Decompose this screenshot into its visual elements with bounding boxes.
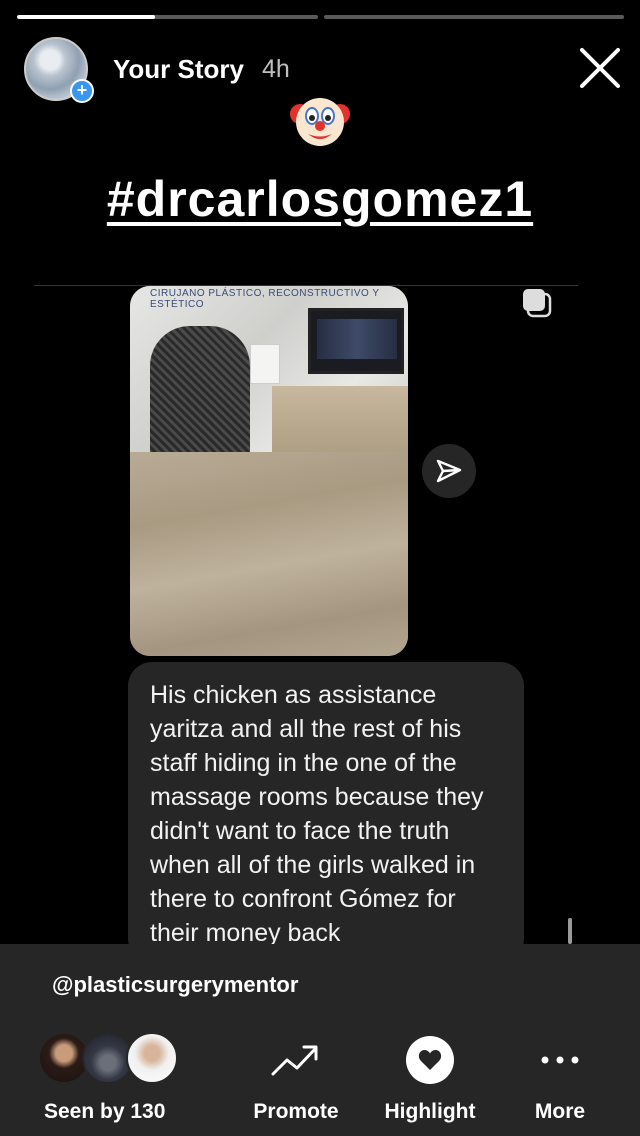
story-owner-name[interactable]: Your Story [113, 54, 244, 85]
highlight-label: Highlight [384, 1100, 476, 1123]
clinic-photo: CIRUJANO PLÁSTICO, RECONSTRUCTIVO Y ESTÉ… [130, 286, 408, 656]
story-progress [17, 15, 624, 19]
story-viewer[interactable]: + Your Story 4h #drcarlosgomez1 CIRUJANO… [0, 0, 640, 960]
send-icon[interactable] [422, 444, 476, 498]
more-dots-icon [534, 1034, 586, 1086]
screenshot-topbar [34, 264, 578, 286]
story-timestamp: 4h [261, 54, 290, 83]
seen-by-button[interactable]: Seen by 130 [38, 1032, 198, 1123]
hashtag-sticker[interactable]: #drcarlosgomez1 [0, 170, 640, 228]
profile-avatar[interactable]: + [24, 37, 94, 103]
seen-by-label: Seen by 130 [44, 1100, 166, 1123]
hashtag-text[interactable]: #drcarlosgomez1 [107, 171, 533, 227]
clown-face-sticker[interactable] [290, 92, 350, 148]
more-button[interactable]: More [500, 1034, 620, 1124]
mention-link[interactable]: @plasticsurgerymentor [52, 972, 298, 998]
heart-icon [404, 1034, 456, 1086]
highlight-button[interactable]: Highlight [370, 1034, 490, 1124]
message-text: His chicken as assistance yaritza and al… [150, 681, 484, 944]
clinic-sign-text: CIRUJANO PLÁSTICO, RECONSTRUCTIVO Y ESTÉ… [150, 288, 380, 310]
multiple-media-icon [520, 286, 554, 320]
add-story-plus-icon[interactable]: + [70, 79, 94, 103]
close-icon[interactable] [576, 44, 624, 92]
message-bubble: His chicken as assistance yaritza and al… [128, 662, 524, 944]
progress-segment [17, 15, 318, 19]
viewer-avatar [126, 1032, 178, 1084]
screenshot-content: CIRUJANO PLÁSTICO, RECONSTRUCTIVO Y ESTÉ… [34, 264, 578, 944]
scrollbar [568, 918, 572, 944]
progress-segment [323, 15, 624, 19]
more-label: More [534, 1100, 586, 1123]
trending-up-icon [270, 1034, 322, 1086]
story-footer: @plasticsurgerymentor Seen by 130 Promot… [0, 944, 640, 1136]
promote-button[interactable]: Promote [236, 1034, 356, 1124]
promote-label: Promote [253, 1100, 339, 1123]
